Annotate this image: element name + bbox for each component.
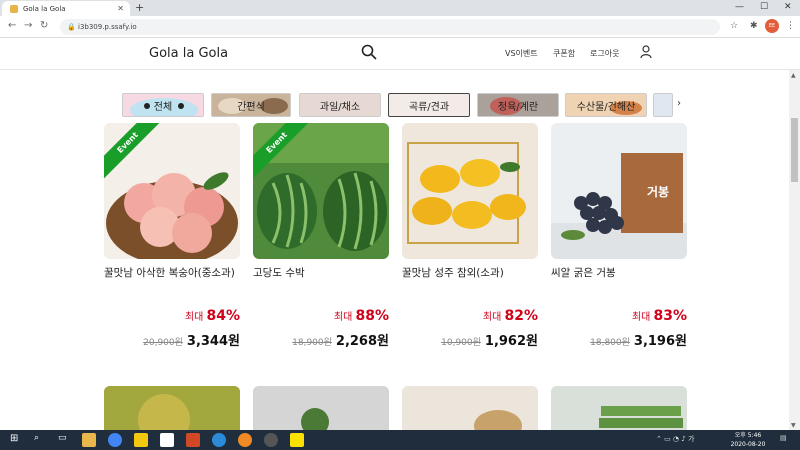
search-icon[interactable] xyxy=(361,44,377,60)
taskbar-clock[interactable]: 오후 5:46 2020-08-20 xyxy=(728,431,768,449)
product-name[interactable]: 고당도 수박 xyxy=(253,264,393,282)
clock-time: 오후 5:46 xyxy=(734,432,762,439)
notifications-icon[interactable]: ▤ xyxy=(780,434,787,442)
browser-tab[interactable]: Gola la Gola ✕ xyxy=(2,1,130,16)
product-image[interactable] xyxy=(402,386,538,430)
site-favicon-icon xyxy=(10,4,18,13)
category-next-partial[interactable] xyxy=(653,93,673,117)
close-tab-icon[interactable]: ✕ xyxy=(117,4,124,13)
windows-taskbar: ⊞ ⌕ ▭ ⌃ ▭ ◔ ♪ 가 오후 5:46 2020-08-20 ▤ xyxy=(0,430,800,450)
product-discount: 최대 84% xyxy=(184,308,240,324)
broccoli-photo-icon xyxy=(253,386,389,430)
clock-date: 2020-08-20 xyxy=(730,441,766,448)
profile-avatar[interactable]: EE xyxy=(765,19,779,33)
product-name[interactable]: 꿀맛남 아삭한 복숭아(중소과) xyxy=(104,264,244,282)
category-label: 정육/계란 xyxy=(497,101,539,113)
nav-coupons[interactable]: 쿠폰함 xyxy=(553,48,575,59)
tab-title: Gola la Gola xyxy=(23,4,66,13)
forward-icon[interactable]: → xyxy=(24,20,32,31)
app-icon[interactable] xyxy=(264,433,278,447)
chrome-icon[interactable] xyxy=(108,433,122,447)
category-label: 수산물/건해산 xyxy=(576,101,636,113)
bookmark-star-icon[interactable]: ☆ xyxy=(730,21,738,31)
new-tab-icon[interactable]: + xyxy=(135,1,144,14)
reload-icon[interactable]: ↻ xyxy=(40,20,48,31)
extensions-icon[interactable]: ✱ xyxy=(750,21,758,31)
product-price: 20,900원 3,344원 xyxy=(143,334,240,349)
postman-icon[interactable] xyxy=(238,433,252,447)
category-label: 과일/채소 xyxy=(319,101,361,113)
maximize-icon[interactable]: ☐ xyxy=(760,2,768,12)
product-discount: 최대 83% xyxy=(631,308,687,324)
nav-logout[interactable]: 로그아웃 xyxy=(590,48,619,59)
category-label: 간편식 xyxy=(237,101,265,113)
cucumber-photo-icon xyxy=(551,386,687,430)
category-next-icon[interactable]: › xyxy=(677,98,681,109)
scrollbar-thumb[interactable] xyxy=(791,118,798,182)
category-meat-egg[interactable]: 정육/계란 xyxy=(477,93,559,117)
product-name[interactable]: 씨알 굵은 거봉 xyxy=(551,264,691,282)
product-image[interactable] xyxy=(253,386,389,430)
powerpoint-icon[interactable] xyxy=(186,433,200,447)
scroll-down-icon[interactable]: ▼ xyxy=(791,422,796,429)
product-image[interactable] xyxy=(402,123,538,259)
task-view-icon[interactable]: ▭ xyxy=(58,433,67,443)
product-price: 18,800원 3,196원 xyxy=(590,334,687,349)
back-icon[interactable]: ← xyxy=(8,20,16,31)
url-text: i3b309.p.ssafy.io xyxy=(78,23,137,31)
address-bar-row: ← → ↻ 🔒 i3b309.p.ssafy.io ☆ ✱ ⋮ xyxy=(0,16,800,38)
tray-icons[interactable]: ⌃ ▭ ◔ ♪ 가 xyxy=(656,434,694,444)
product-discount: 최대 88% xyxy=(333,308,389,324)
product-image[interactable]: Event xyxy=(253,123,389,259)
category-fruit-veg[interactable]: 과일/채소 xyxy=(299,93,381,117)
brand-logo[interactable]: Gola la Gola xyxy=(149,46,228,61)
product-image[interactable] xyxy=(104,386,240,430)
notepad-icon[interactable] xyxy=(160,433,174,447)
kakaotalk-icon[interactable] xyxy=(290,433,304,447)
sack-photo-icon xyxy=(402,386,538,430)
user-icon[interactable] xyxy=(640,45,652,59)
korean-melon-photo-icon xyxy=(402,123,538,259)
durian-photo-icon xyxy=(104,386,240,430)
minimize-icon[interactable]: — xyxy=(735,2,744,12)
product-price: 18,900원 2,268원 xyxy=(292,334,389,349)
product-image[interactable]: 거봉 xyxy=(551,123,687,259)
nav-vs-event[interactable]: VS이벤트 xyxy=(505,48,538,59)
category-seafood[interactable]: 수산물/건해산 xyxy=(565,93,647,117)
site-header: Gola la Gola VS이벤트 쿠폰함 로그아웃 xyxy=(0,38,800,70)
category-grain-nuts[interactable]: 곡류/견과 xyxy=(388,93,470,117)
taskbar-search-icon[interactable]: ⌕ xyxy=(34,433,39,443)
scroll-up-icon[interactable]: ▲ xyxy=(791,72,796,79)
category-label: 곡류/견과 xyxy=(408,101,450,113)
sticky-notes-icon[interactable] xyxy=(134,433,148,447)
url-input[interactable]: 🔒 i3b309.p.ssafy.io xyxy=(60,19,720,35)
product-discount: 최대 82% xyxy=(482,308,538,324)
product-price: 10,900원 1,962원 xyxy=(441,334,538,349)
lock-icon: 🔒 xyxy=(67,23,76,31)
browser-tabbar: Gola la Gola ✕ + — ☐ ✕ xyxy=(0,0,800,16)
category-all[interactable]: 전체 xyxy=(122,93,204,117)
product-name[interactable]: 꿀맛남 성주 참외(소과) xyxy=(402,264,542,282)
menu-icon[interactable]: ⋮ xyxy=(786,21,795,31)
file-explorer-icon[interactable] xyxy=(82,433,96,447)
box-label: 거봉 xyxy=(647,185,670,199)
windows-start-icon[interactable]: ⊞ xyxy=(10,433,18,444)
category-label: 전체 xyxy=(153,101,173,113)
window-close-icon[interactable]: ✕ xyxy=(784,2,792,12)
product-image[interactable] xyxy=(551,386,687,430)
app-icon[interactable] xyxy=(212,433,226,447)
product-image[interactable]: Event xyxy=(104,123,240,259)
category-convenience[interactable]: 간편식 xyxy=(211,93,291,117)
